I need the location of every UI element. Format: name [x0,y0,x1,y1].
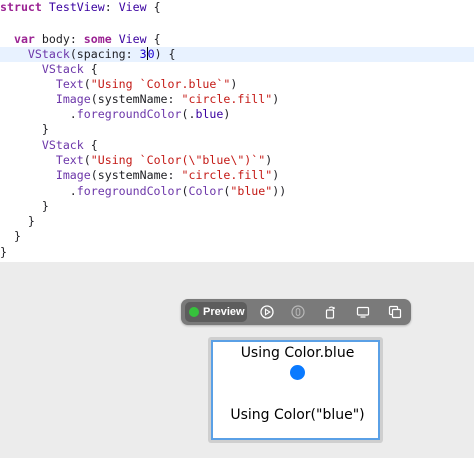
code-line-7[interactable]: Image(systemName: "circle.fill") [0,92,279,107]
rotate-icon[interactable] [320,302,340,322]
inspect-icon[interactable] [288,302,308,322]
duplicate-icon[interactable] [385,302,405,322]
preview-canvas[interactable]: Preview Using Color.blue Using Color("bl… [0,262,474,458]
code-line-15[interactable]: } [0,214,35,229]
code-line-13[interactable]: .foregroundColor(Color("blue")) [0,184,286,199]
code-editor[interactable]: struct TestView: View { var body: some V… [0,0,474,262]
code-line-6[interactable]: Text("Using `Color.blue`") [0,77,238,92]
code-line-12[interactable]: Image(systemName: "circle.fill") [0,168,279,183]
preview-screen[interactable]: Using Color.blue Using Color("blue") [211,340,380,440]
preview-label: Preview [203,306,245,318]
code-line-1[interactable]: struct TestView: View { [0,0,161,15]
code-line-8[interactable]: .foregroundColor(.blue) [0,107,231,122]
code-line-17[interactable]: } [0,245,7,260]
preview-toolbar: Preview [181,299,411,325]
code-line-2[interactable] [0,17,7,32]
preview-text-color-named: Using Color("blue") [230,407,365,423]
live-preview-icon[interactable] [257,302,277,322]
live-indicator-icon [189,307,199,317]
code-line-10[interactable]: VStack { [0,138,98,153]
preview-text-color-blue: Using Color.blue [240,345,355,361]
device-icon[interactable] [353,302,373,322]
code-line-4[interactable]: VStack(spacing: 30) { [0,47,474,62]
device-preview-frame: Using Color.blue Using Color("blue") [208,337,383,443]
preview-mode-button[interactable]: Preview [185,302,247,322]
code-line-9[interactable]: } [0,122,49,137]
code-line-3[interactable]: var body: some View { [0,32,161,47]
code-line-14[interactable]: } [0,199,49,214]
code-line-5[interactable]: VStack { [0,62,98,77]
code-line-16[interactable]: } [0,229,21,244]
circle-fill-icon [290,365,305,380]
code-line-11[interactable]: Text("Using `Color(\"blue\")`") [0,153,272,168]
